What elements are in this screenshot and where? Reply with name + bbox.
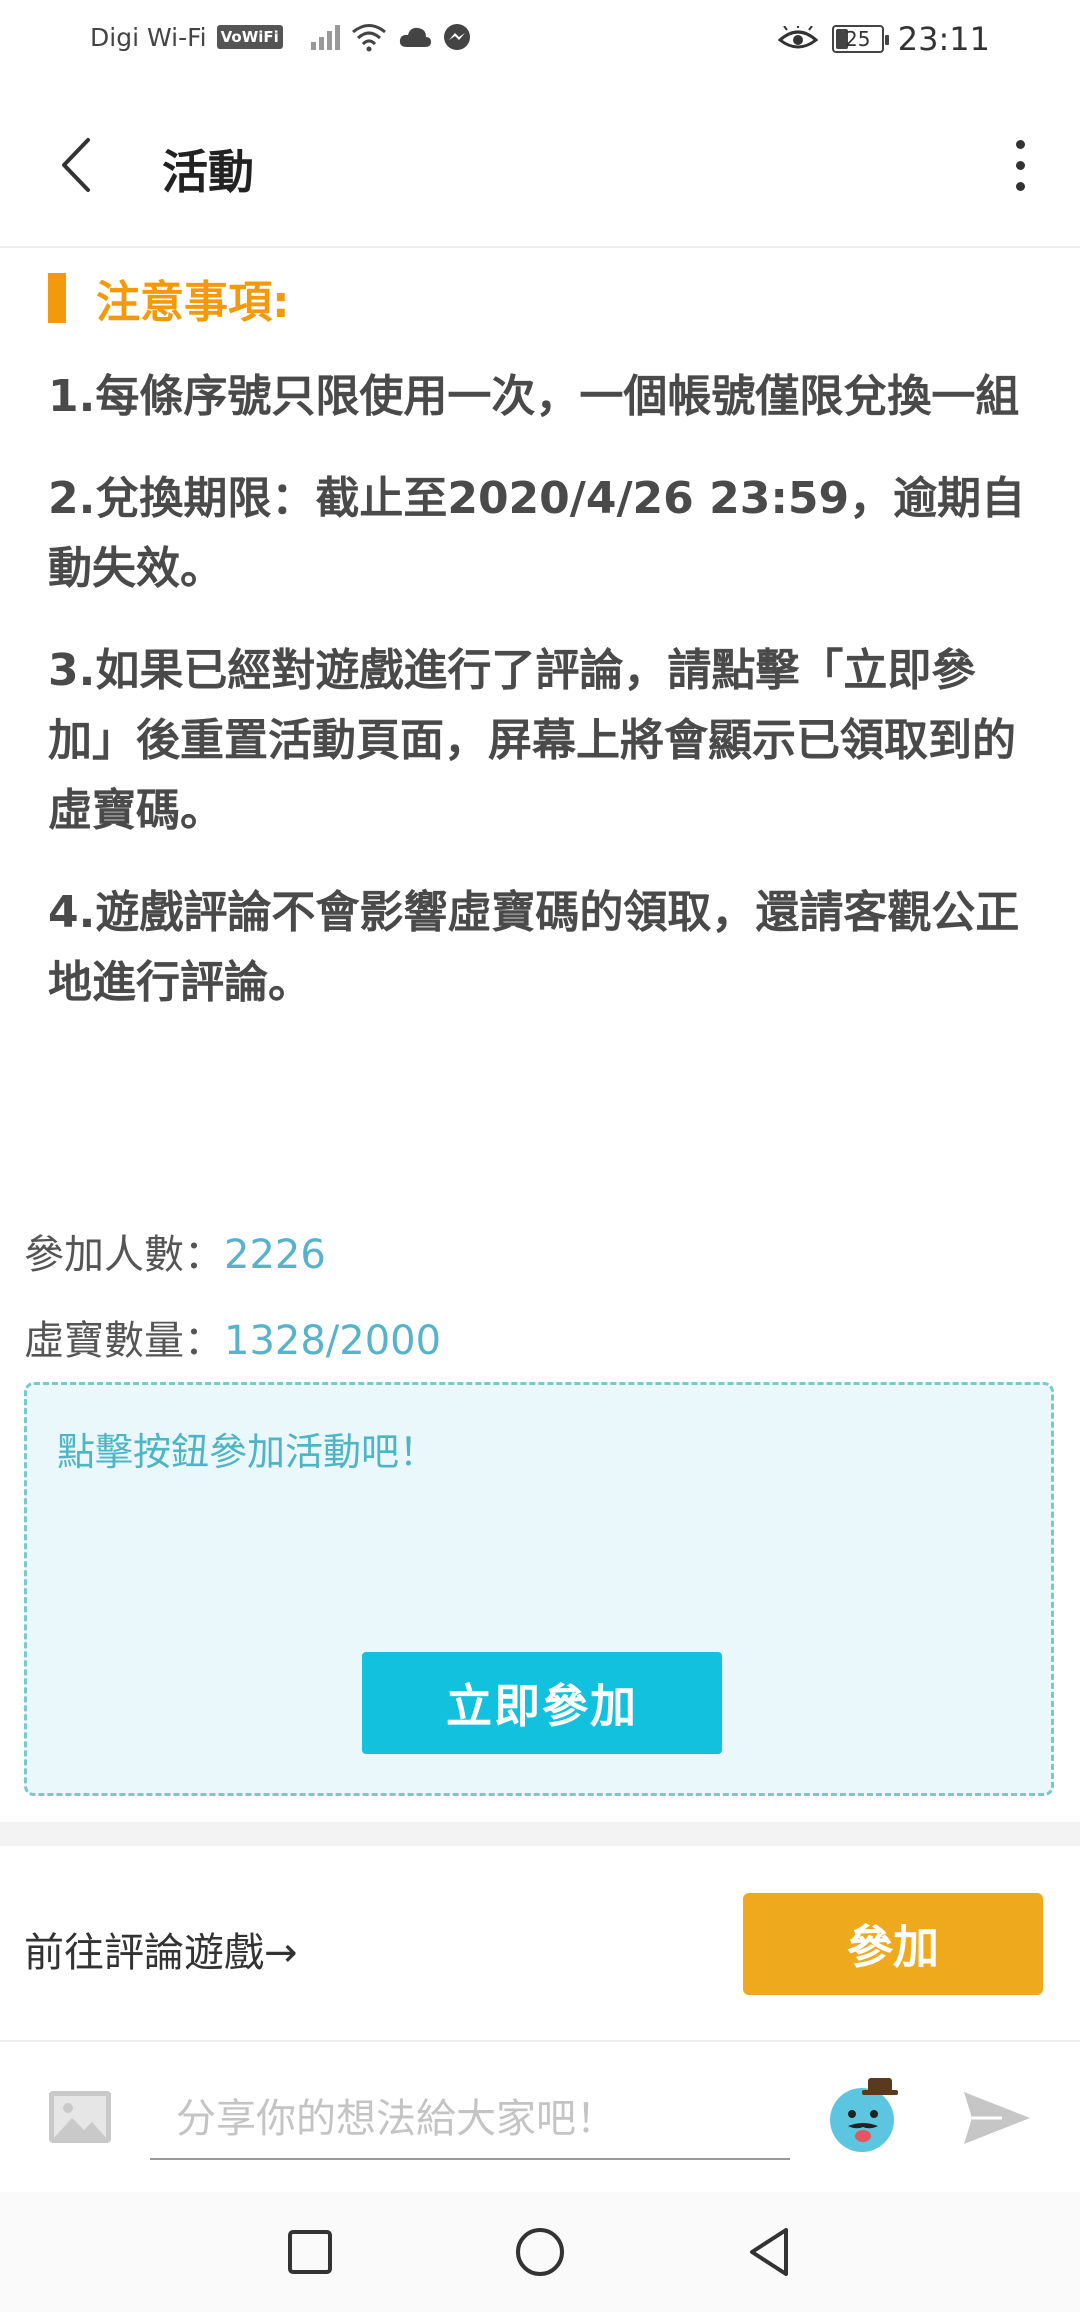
codes-stat: 虛寶數量：1328/2000	[24, 1308, 441, 1366]
messenger-icon	[443, 24, 470, 50]
participants-stat: 參加人數：2226	[24, 1222, 326, 1280]
send-icon[interactable]	[962, 2088, 1032, 2148]
notice-item: 3.如果已經對遊戲進行了評論，請點擊「立即參加」後重置活動頁面，屏幕上將會顯示已…	[48, 645, 1016, 836]
notice-item: 1.每條序號只限使用一次，一個帳號僅限兌換一組	[48, 371, 1020, 422]
codes-label: 虛寶數量：	[24, 1318, 224, 1364]
wifi-icon	[351, 24, 386, 52]
join-button[interactable]: 參加	[743, 1893, 1043, 1995]
go-review-link[interactable]: 前往評論遊戲→	[24, 1920, 298, 1978]
more-dot-icon	[1015, 160, 1025, 170]
app-header: 活動	[0, 80, 1080, 248]
back-button[interactable]	[46, 120, 116, 210]
join-activity-box: 點擊按鈕參加活動吧！ 立即參加	[24, 1382, 1054, 1796]
status-bar: Digi Wi-Fi VoWiFi 25 23:11	[0, 0, 1080, 80]
status-right: 25 23:11	[777, 20, 990, 58]
recents-square-icon[interactable]	[282, 2224, 338, 2280]
participants-count: 2226	[224, 1232, 326, 1278]
notice-accent-bar	[48, 273, 66, 323]
section-divider	[0, 1822, 1080, 1846]
clock: 23:11	[897, 20, 990, 58]
cloud-icon	[399, 27, 431, 47]
system-nav-bar	[0, 2192, 1080, 2312]
notice-item: 4.遊戲評論不會影響虛寶碼的領取，還請客觀公正地進行評論。	[48, 887, 1020, 1008]
join-hint: 點擊按鈕參加活動吧！	[57, 1430, 438, 1474]
chevron-left-icon	[62, 138, 90, 192]
comment-bar	[0, 2042, 1080, 2192]
battery-level: 25	[845, 27, 871, 51]
vowifi-badge: VoWiFi	[216, 25, 283, 49]
notice-title: 注意事項:	[96, 277, 290, 328]
join-now-button[interactable]: 立即參加	[362, 1652, 722, 1754]
notice-header: 注意事項:	[48, 266, 290, 330]
codes-count: 1328/2000	[224, 1318, 442, 1364]
page-title: 活動	[162, 145, 254, 199]
carrier-label: Digi Wi-Fi	[90, 22, 207, 52]
back-triangle-icon[interactable]	[742, 2224, 798, 2280]
notice-item: 2.兌換期限：截止至2020/4/26 23:59，逾期自動失效。	[48, 473, 1026, 594]
more-dot-icon	[1015, 139, 1025, 149]
notice-list: 1.每條序號只限使用一次，一個帳號僅限兌換一組 2.兌換期限：截止至2020/4…	[48, 362, 1038, 1050]
battery-icon: 25	[831, 25, 889, 53]
home-circle-icon[interactable]	[512, 2224, 568, 2280]
comment-input[interactable]	[150, 2080, 790, 2160]
eye-comfort-icon	[777, 26, 818, 49]
participants-label: 參加人數：	[24, 1232, 224, 1278]
more-options-button[interactable]	[990, 120, 1050, 210]
signal-icon	[310, 24, 340, 50]
more-dot-icon	[1015, 181, 1025, 191]
status-left: Digi Wi-Fi VoWiFi	[90, 22, 472, 52]
image-icon[interactable]	[48, 2090, 112, 2144]
mascot-emoji-icon[interactable]	[822, 2074, 904, 2156]
